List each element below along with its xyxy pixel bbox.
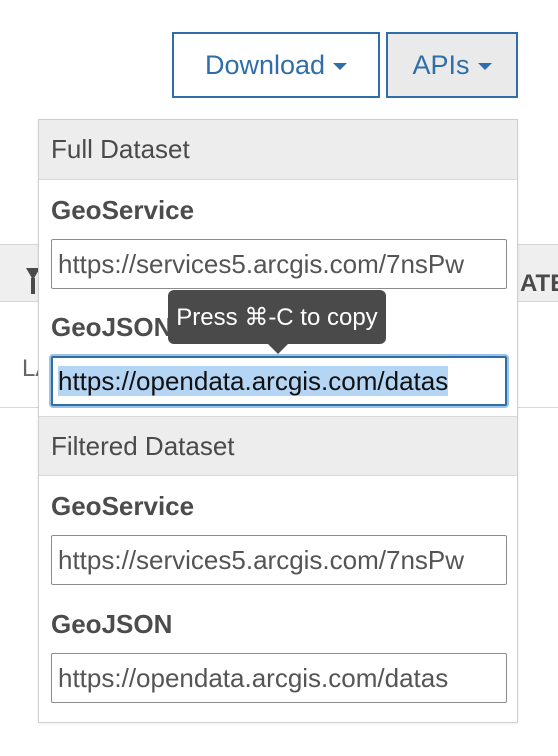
chevron-down-icon	[333, 63, 348, 70]
full-geojson-label: GeoJSON	[51, 312, 173, 342]
full-geoservice-url-field[interactable]: https://services5.arcgis.com/7nsPw	[51, 239, 507, 289]
selected-url-text: https://opendata.arcgis.com/datas	[58, 366, 449, 396]
full-geojson-url-field[interactable]: https://opendata.arcgis.com/datas	[51, 356, 507, 406]
full-dataset-header: Full Dataset	[39, 120, 517, 180]
api-dropdown-panel: Full Dataset GeoService https://services…	[38, 119, 518, 723]
copy-tooltip: Press ⌘-C to copy	[168, 290, 386, 354]
apis-button[interactable]: APIs	[386, 32, 518, 98]
page: ATE LA Download APIs Full Dataset GeoSer…	[0, 0, 558, 756]
copy-tooltip-text: Press ⌘-C to copy	[176, 303, 378, 331]
column-header-fragment[interactable]: ATE	[520, 270, 558, 298]
full-geoservice-label: GeoService	[51, 195, 195, 225]
download-button[interactable]: Download	[172, 32, 380, 98]
download-button-label: Download	[204, 49, 326, 80]
filtered-dataset-header: Filtered Dataset	[39, 416, 517, 476]
filtered-geoservice-url-field[interactable]: https://services5.arcgis.com/7nsPw	[51, 535, 507, 585]
apis-button-label: APIs	[412, 49, 470, 80]
chevron-down-icon	[477, 63, 492, 70]
filtered-geojson-label: GeoJSON	[51, 609, 173, 639]
filtered-geojson-url-field[interactable]: https://opendata.arcgis.com/datas	[51, 653, 507, 703]
filtered-geoservice-label: GeoService	[51, 491, 195, 521]
